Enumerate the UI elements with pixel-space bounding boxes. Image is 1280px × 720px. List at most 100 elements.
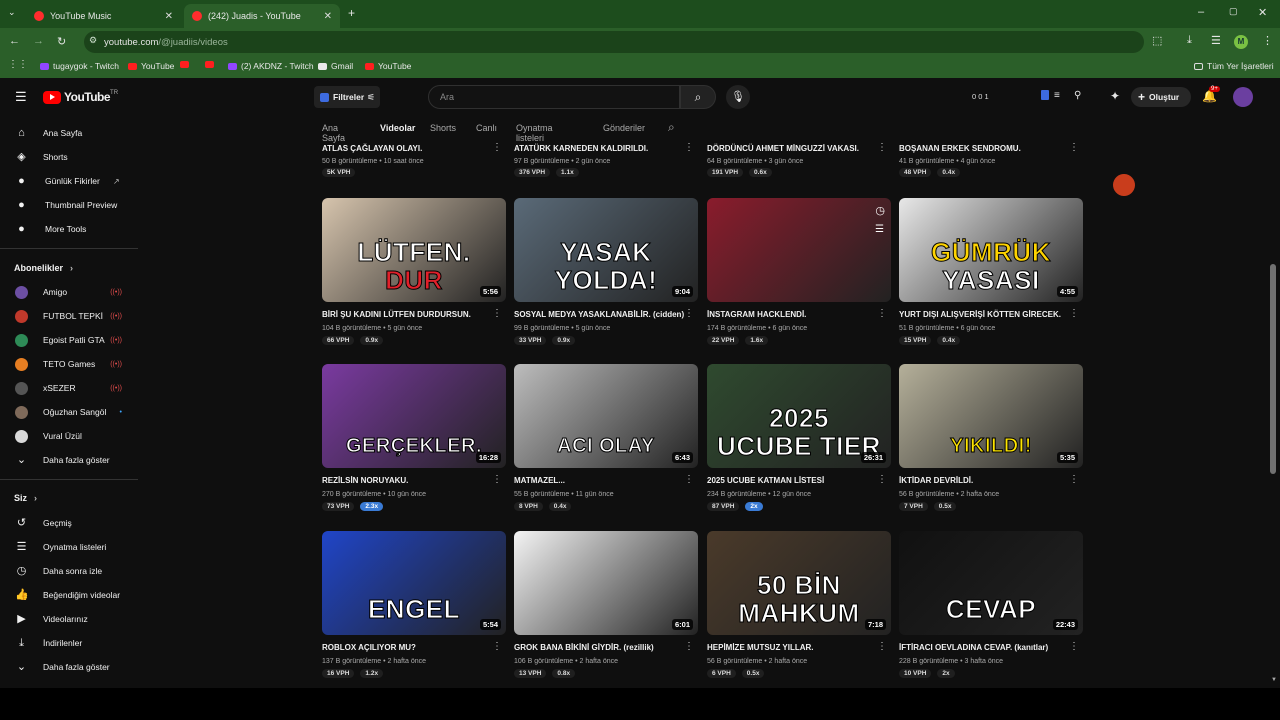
video-card[interactable]: ENGEL 5:54 ROBLOX AÇILIYOR MU? ⋮ 137 B g…	[322, 531, 506, 681]
more-options-icon[interactable]: ⋮	[1069, 641, 1079, 652]
video-title[interactable]: GROK BANA BİKİNİ GİYDİR. (rezillik)	[514, 643, 654, 652]
video-thumbnail[interactable]: LÜTFEN. DUR 5:56	[322, 198, 506, 302]
sidebar-sub-oguzhan[interactable]: Oğuzhan Sangöl •	[0, 402, 138, 422]
video-card[interactable]: CEVAP 22:43 İFTİRACI OEVLADINA CEVAP. (k…	[899, 531, 1083, 681]
video-title[interactable]: İFTİRACI OEVLADINA CEVAP. (kanıtlar)	[899, 643, 1048, 652]
tab-shorts[interactable]: Shorts	[430, 123, 456, 133]
sidebar-subs-show-more[interactable]: ⌄ Daha fazla göster	[0, 450, 138, 470]
youtube-logo[interactable]: YouTube TR	[43, 90, 118, 104]
tab-live[interactable]: Canlı	[476, 123, 497, 133]
video-card[interactable]: 6:01 GROK BANA BİKİNİ GİYDİR. (rezillik)…	[514, 531, 698, 681]
more-options-icon[interactable]: ⋮	[684, 142, 694, 153]
bookmark-akdnz[interactable]: (2) AKDNZ - Twitch	[228, 61, 314, 71]
more-options-icon[interactable]: ⋮	[877, 142, 887, 153]
bookmark-twitch[interactable]: tugaygok - Twitch	[40, 61, 119, 71]
sidebar-item-playlists[interactable]: ☰ Oynatma listeleri	[0, 537, 138, 557]
video-title[interactable]: REZİLSİN NORUYAKU.	[322, 476, 408, 485]
sidebar-sub-amigo[interactable]: Amigo ((•))	[0, 282, 138, 302]
tab-videos[interactable]: Videolar	[380, 123, 415, 133]
video-title[interactable]: 2025 UCUBE KATMAN LİSTESİ	[707, 476, 824, 485]
sidebar-item-watch-later[interactable]: ◷ Daha sonra izle	[0, 561, 138, 581]
sidebar-sub-egoist[interactable]: Egoist Patli GTA ((•))	[0, 330, 138, 350]
page-scrollbar[interactable]	[1270, 114, 1276, 688]
search-button[interactable]: ⌕	[680, 85, 716, 109]
sidebar-item-more-tools[interactable]: ● More Tools	[0, 219, 138, 239]
tool-icon[interactable]: ⚲	[1074, 90, 1081, 101]
close-tab-icon[interactable]: ✕	[324, 11, 332, 22]
reading-list-icon[interactable]: ☰	[1211, 34, 1221, 47]
video-card[interactable]: ATLAS ÇAĞLAYAN OLAYI. ⋮ 50 B görüntüleme…	[322, 141, 506, 181]
puzzle-icon[interactable]: ✦	[1110, 89, 1120, 103]
sidebar-item-history[interactable]: ↺ Geçmiş	[0, 513, 138, 533]
bookmark-youtube-2[interactable]	[180, 61, 193, 68]
all-bookmarks[interactable]: Tüm Yer İşaretleri	[1194, 61, 1274, 71]
new-tab-button[interactable]: +	[348, 6, 355, 20]
sidebar-sub-teto[interactable]: TETO Games ((•))	[0, 354, 138, 374]
close-window-icon[interactable]: ✕	[1258, 6, 1267, 19]
account-avatar[interactable]	[1233, 87, 1253, 107]
more-options-icon[interactable]: ⋮	[492, 641, 502, 652]
video-title[interactable]: DÖRDÜNCÜ AHMET MİNGUZZİ VAKASI.	[707, 144, 859, 153]
more-options-icon[interactable]: ⋮	[684, 641, 694, 652]
menu-icon[interactable]: ⋮	[1262, 34, 1273, 47]
more-options-icon[interactable]: ⋮	[684, 308, 694, 319]
sidebar-you-show-more[interactable]: ⌄ Daha fazla göster	[0, 657, 138, 677]
more-options-icon[interactable]: ⋮	[492, 142, 502, 153]
filters-button[interactable]: Filtreler ⚟	[314, 86, 380, 108]
video-card[interactable]: GERÇEKLER. 16:28 REZİLSİN NORUYAKU. ⋮ 27…	[322, 364, 506, 514]
reload-icon[interactable]: ↻	[57, 35, 66, 48]
tab-search-icon[interactable]: ⌄	[8, 7, 16, 18]
watch-later-icon[interactable]: ◷	[875, 204, 885, 217]
subscriptions-header[interactable]: Abonelikler ›	[0, 258, 138, 278]
search-input[interactable]: Ara	[428, 85, 680, 109]
forward-icon[interactable]: →	[33, 35, 44, 47]
video-card[interactable]: ACI OLAY 6:43 MATMAZEL... ⋮ 55 B görüntü…	[514, 364, 698, 514]
video-title[interactable]: İKTİDAR DEVRİLDİ.	[899, 476, 973, 485]
extensions-icon[interactable]: ⬚	[1152, 34, 1162, 47]
video-card[interactable]: ◷ ☰ İNSTAGRAM HACKLENDİ. ⋮ 174 B görüntül…	[707, 198, 891, 348]
address-bar[interactable]: ⚙ youtube.com/@juadiis/videos	[84, 31, 1144, 53]
more-options-icon[interactable]: ⋮	[1069, 142, 1079, 153]
tab-youtube-music[interactable]: YouTube Music ✕	[26, 4, 181, 28]
more-options-icon[interactable]: ⋮	[877, 641, 887, 652]
hamburger-menu-icon[interactable]: ☰	[15, 89, 27, 105]
scrollbar-thumb[interactable]	[1270, 264, 1276, 474]
video-thumbnail[interactable]: YASAK YOLDA! 9:04	[514, 198, 698, 302]
video-title[interactable]: YURT DIŞI ALIŞVERİŞİ KÖTTEN GİRECEK.	[899, 310, 1061, 319]
video-card[interactable]: GÜMRÜK YASASI 4:55 YURT DIŞI ALIŞVERİŞİ K…	[899, 198, 1083, 348]
video-card[interactable]: 50 BİN MAHKUM 7:18 HEPİMİZE MUTSUZ YILLAR…	[707, 531, 891, 681]
video-title[interactable]: BOŞANAN ERKEK SENDROMU.	[899, 144, 1021, 153]
video-thumbnail[interactable]: 50 BİN MAHKUM 7:18	[707, 531, 891, 635]
sidebar-item-shorts[interactable]: ◈ Shorts	[0, 147, 138, 167]
video-card[interactable]: DÖRDÜNCÜ AHMET MİNGUZZİ VAKASI. ⋮ 64 B g…	[707, 141, 891, 181]
profile-avatar[interactable]: M	[1234, 35, 1248, 49]
video-thumbnail[interactable]: ◷ ☰	[707, 198, 891, 302]
video-thumbnail[interactable]: CEVAP 22:43	[899, 531, 1083, 635]
more-options-icon[interactable]: ⋮	[492, 308, 502, 319]
video-card[interactable]: ATATÜRK KARNEDEN KALDIRILDI. ⋮ 97 B görü…	[514, 141, 698, 181]
downloads-icon[interactable]: ⤓	[1187, 34, 1192, 47]
video-thumbnail[interactable]: 2025 UCUBE TIER 26:31	[707, 364, 891, 468]
bookmark-gmail[interactable]: Gmail	[318, 61, 353, 71]
you-header[interactable]: Siz ›	[0, 488, 138, 508]
back-icon[interactable]: ←	[9, 35, 20, 47]
sidebar-item-liked[interactable]: 👍 Beğendiğim videolar	[0, 585, 138, 605]
video-title[interactable]: SOSYAL MEDYA YASAKLANABİLİR. (cidden)	[514, 310, 684, 319]
video-thumbnail[interactable]: GÜMRÜK YASASI 4:55	[899, 198, 1083, 302]
tab-home[interactable]: Ana Sayfa	[322, 123, 345, 143]
minimize-icon[interactable]: –	[1198, 6, 1204, 18]
video-card[interactable]: LÜTFEN. DUR 5:56 BİRİ ŞU KADINI LÜTFEN DU…	[322, 198, 506, 348]
voice-search-button[interactable]: 🎙	[726, 85, 750, 109]
more-options-icon[interactable]: ⋮	[684, 474, 694, 485]
video-title[interactable]: MATMAZEL...	[514, 476, 565, 485]
video-title[interactable]: ATATÜRK KARNEDEN KALDIRILDI.	[514, 144, 648, 153]
tab-playlists[interactable]: Oynatma listeleri	[516, 123, 553, 143]
more-options-icon[interactable]: ⋮	[877, 308, 887, 319]
channel-search-icon[interactable]: ⌕	[668, 120, 675, 135]
sidebar-item-home[interactable]: ⌂ Ana Sayfa	[0, 123, 138, 143]
sidebar-sub-futbol[interactable]: FUTBOL TEPKİ ((•))	[0, 306, 138, 326]
video-card[interactable]: YASAK YOLDA! 9:04 SOSYAL MEDYA YASAKLANAB…	[514, 198, 698, 348]
sidebar-item-ideas[interactable]: ● Günlük Fikirler ↗	[0, 171, 138, 191]
video-card[interactable]: YIKILDI! 5:35 İKTİDAR DEVRİLDİ. ⋮ 56 B g…	[899, 364, 1083, 514]
bookmark-youtube-4[interactable]: YouTube	[365, 61, 411, 71]
